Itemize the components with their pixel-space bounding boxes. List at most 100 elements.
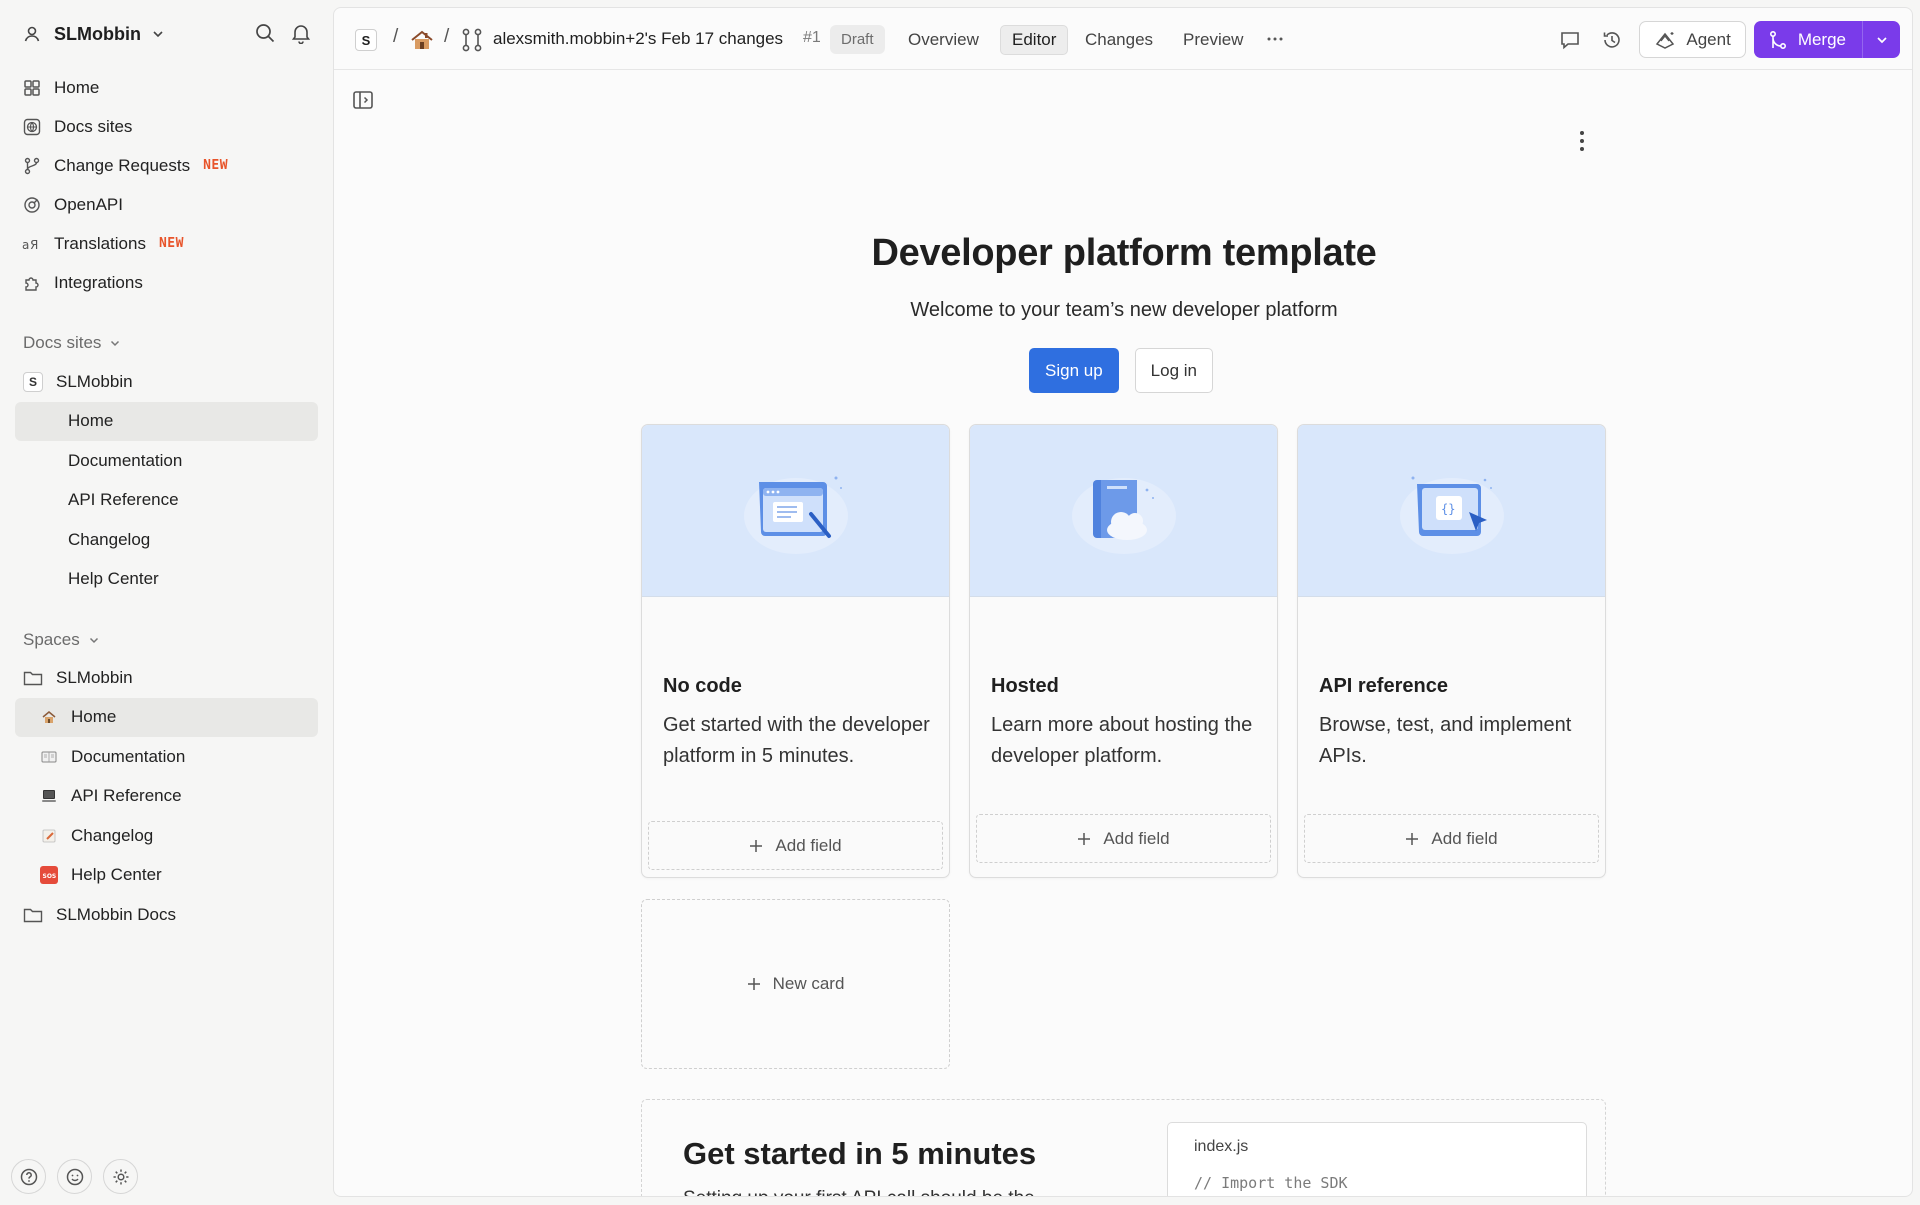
add-field-label: Add field xyxy=(1103,828,1170,848)
add-field-button[interactable]: Add field xyxy=(976,814,1271,863)
bell-icon[interactable] xyxy=(290,22,312,44)
plus-icon xyxy=(747,977,761,991)
new-badge: NEW xyxy=(203,158,229,173)
org-switcher[interactable]: SLMobbin xyxy=(22,18,312,50)
puzzle-icon xyxy=(22,273,42,293)
hero-buttons: Sign up Log in xyxy=(1029,348,1213,393)
card-hosted[interactable]: Hosted Learn more about hosting the deve… xyxy=(969,424,1278,878)
tree-label: Help Center xyxy=(68,569,159,589)
help-button[interactable] xyxy=(11,1159,46,1194)
tree-label: Home xyxy=(71,707,117,727)
code-cursor-icon: {} xyxy=(1397,466,1507,556)
tree-label: Home xyxy=(68,411,114,431)
history-icon[interactable] xyxy=(1597,25,1627,55)
merge-button[interactable]: Merge xyxy=(1754,21,1862,58)
section-title: Docs sites xyxy=(23,333,102,352)
more-vertical-icon[interactable] xyxy=(1578,129,1586,153)
get-started-body: Setting up your first API call should be… xyxy=(683,1188,1035,1196)
docs-sites-tree: S SLMobbin Home Documentation API Refere… xyxy=(15,362,318,599)
docs-sites-section-toggle[interactable]: Docs sites xyxy=(23,333,121,353)
org-name: SLMobbin xyxy=(54,23,141,44)
breadcrumb-separator: / xyxy=(444,26,450,47)
nav-item-change-requests[interactable]: Change Requests NEW xyxy=(15,146,318,185)
sos-icon: SOS xyxy=(40,866,58,885)
change-request-title[interactable]: alexsmith.mobbin+2's Feb 17 changes xyxy=(493,29,783,49)
nav-item-docs-sites[interactable]: Docs sites xyxy=(15,107,318,146)
search-icon[interactable] xyxy=(254,22,276,44)
plus-icon xyxy=(1077,832,1091,846)
card-api-reference[interactable]: {} API reference Browse, test, and imple… xyxy=(1297,424,1606,878)
tab-changes[interactable]: Changes xyxy=(1074,25,1164,55)
house-icon[interactable] xyxy=(410,28,434,52)
tree-label: Help Center xyxy=(71,865,162,885)
breadcrumb-separator: / xyxy=(393,26,399,47)
page-title[interactable]: Developer platform template xyxy=(334,232,1912,275)
space-slmobbin[interactable]: SLMobbin xyxy=(15,658,318,698)
space-item-documentation[interactable]: Documentation xyxy=(15,737,318,777)
agent-button[interactable]: Agent xyxy=(1639,21,1746,58)
space-item-api-reference[interactable]: API Reference xyxy=(15,777,318,817)
docs-site-item-home[interactable]: Home xyxy=(15,401,318,441)
new-card-button[interactable]: New card xyxy=(641,899,950,1069)
chevron-down-icon xyxy=(1875,33,1889,47)
new-badge: NEW xyxy=(158,236,184,251)
chevron-down-icon xyxy=(88,634,100,646)
folder-icon xyxy=(23,906,43,924)
tab-overview[interactable]: Overview xyxy=(897,25,990,55)
tree-label: API Reference xyxy=(71,786,182,806)
sign-up-button[interactable]: Sign up xyxy=(1029,348,1119,393)
log-in-button[interactable]: Log in xyxy=(1134,348,1213,393)
nav-label: Integrations xyxy=(54,272,143,292)
folder-icon xyxy=(23,669,43,687)
more-horizontal-icon[interactable] xyxy=(1266,34,1284,44)
sidebar-toggle-icon[interactable] xyxy=(352,89,374,111)
get-started-title: Get started in 5 minutes xyxy=(683,1136,1037,1171)
space-breadcrumb[interactable]: S xyxy=(355,29,377,51)
globe-icon xyxy=(22,117,42,137)
add-field-button[interactable]: Add field xyxy=(648,821,943,870)
card-title: API reference xyxy=(1319,675,1448,697)
nav-label: Translations xyxy=(54,233,146,253)
docs-site-item-documentation[interactable]: Documentation xyxy=(15,441,318,481)
grid-icon xyxy=(22,78,42,98)
editor-topbar: S / / alexsmith.mobbin+2's Feb 17 change… xyxy=(334,8,1912,70)
nav-item-openapi[interactable]: OpenAPI xyxy=(15,185,318,224)
get-started-block[interactable]: Get started in 5 minutes Setting up your… xyxy=(641,1099,1606,1196)
card-no-code[interactable]: No code Get started with the developer p… xyxy=(641,424,950,878)
code-block[interactable]: index.js // Import the SDK xyxy=(1167,1122,1587,1196)
agent-label: Agent xyxy=(1686,29,1731,49)
section-title: Spaces xyxy=(23,630,80,649)
chevron-down-icon xyxy=(151,27,165,41)
nav-item-translations[interactable]: aЯ Translations NEW xyxy=(15,224,318,263)
svg-text:Я: Я xyxy=(30,238,38,252)
tab-editor[interactable]: Editor xyxy=(1000,25,1069,55)
docs-site-item-help-center[interactable]: Help Center xyxy=(15,560,318,600)
gear-icon xyxy=(111,1167,131,1187)
feedback-button[interactable] xyxy=(57,1159,92,1194)
space-slmobbin-docs[interactable]: SLMobbin Docs xyxy=(15,895,318,935)
sidebar-footer xyxy=(11,1159,138,1194)
code-line: // Import the SDK xyxy=(1194,1174,1348,1192)
add-field-label: Add field xyxy=(1431,828,1498,848)
nav-item-integrations[interactable]: Integrations xyxy=(15,263,318,302)
space-item-help-center[interactable]: SOS Help Center xyxy=(15,856,318,896)
comment-icon[interactable] xyxy=(1555,25,1585,55)
change-request-number: #1 xyxy=(803,29,821,46)
settings-button[interactable] xyxy=(103,1159,138,1194)
space-item-home[interactable]: Home xyxy=(15,697,318,737)
page-subtitle[interactable]: Welcome to your team’s new developer pla… xyxy=(334,299,1912,322)
space-item-changelog[interactable]: Changelog xyxy=(15,816,318,856)
spaces-section-toggle[interactable]: Spaces xyxy=(23,630,100,650)
memo-icon xyxy=(40,827,58,845)
docs-site-item-changelog[interactable]: Changelog xyxy=(15,520,318,560)
merge-options-button[interactable] xyxy=(1862,21,1900,58)
tab-preview[interactable]: Preview xyxy=(1172,25,1254,55)
nav-label: Home xyxy=(54,77,100,97)
nav-item-home[interactable]: Home xyxy=(15,68,318,107)
cloud-book-icon xyxy=(1069,466,1179,556)
docs-site-slmobbin[interactable]: S SLMobbin xyxy=(15,362,318,402)
editor-panel: S / / alexsmith.mobbin+2's Feb 17 change… xyxy=(333,7,1913,1197)
docs-site-item-api-reference[interactable]: API Reference xyxy=(15,481,318,521)
add-field-button[interactable]: Add field xyxy=(1304,814,1599,863)
main-nav: Home Docs sites Change Requests NEW Open… xyxy=(15,68,318,302)
